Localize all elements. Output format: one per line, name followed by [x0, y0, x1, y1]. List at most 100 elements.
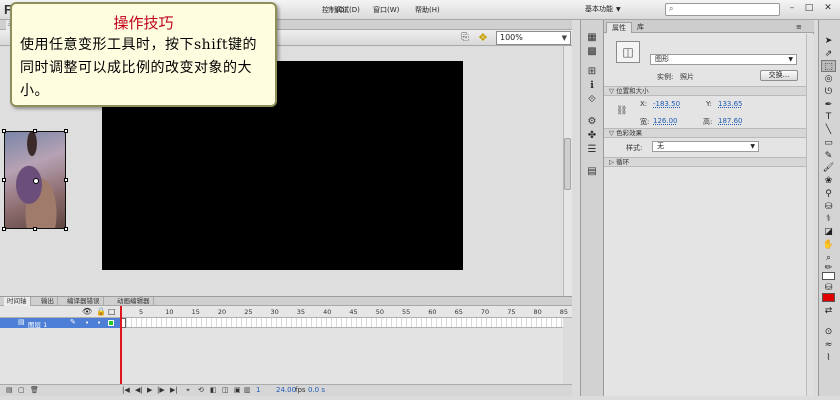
tab-compiler-errors[interactable]: 编译器错误 — [64, 297, 104, 306]
instance-label: 实例: — [657, 73, 674, 81]
next-frame-icon[interactable]: |▶ — [157, 386, 165, 394]
new-layer-icon[interactable]: ▤ — [6, 386, 13, 394]
tab-output[interactable]: 输出 — [38, 297, 58, 306]
menu-item-window[interactable]: 窗口(W) — [373, 5, 399, 15]
code-snippets-icon[interactable]: ▤ — [585, 166, 599, 178]
lasso-tool-icon[interactable]: ᘎ — [821, 86, 836, 98]
minimize-icon[interactable]: – — [786, 3, 798, 15]
help-search-input[interactable]: ⌕ — [665, 3, 780, 16]
transform-panel-icon[interactable]: ⟐ — [585, 94, 599, 106]
current-frame[interactable]: 1 — [256, 386, 260, 394]
selection-tool-icon[interactable]: ➤ — [821, 35, 836, 47]
tip-callout: 操作技巧 使用任意变形工具时，按下shift键的同时调整可以成比例的改变对象的大… — [10, 2, 277, 107]
eraser-tool-icon[interactable]: ◪ — [821, 226, 836, 238]
playhead[interactable] — [120, 306, 122, 392]
info-panel-icon[interactable]: ℹ — [585, 80, 599, 92]
edit-symbol-icon[interactable]: ❖ — [478, 31, 488, 44]
close-icon[interactable]: ✕ — [822, 3, 834, 15]
swap-button[interactable]: 交换... — [760, 70, 798, 81]
transform-handle[interactable] — [64, 178, 68, 182]
stroke-color-swatch[interactable] — [822, 272, 835, 280]
link-proportions-icon[interactable]: ⛓ — [616, 106, 627, 116]
color-panel-icon[interactable]: ▦ — [585, 32, 599, 44]
frame-cells[interactable] — [122, 318, 563, 328]
y-value[interactable]: 133.65 — [718, 100, 743, 108]
eye-icon[interactable]: 👁 — [82, 307, 92, 316]
pen-tool-icon[interactable]: ✒ — [821, 99, 836, 111]
play-icon[interactable]: ▶ — [147, 386, 152, 394]
transform-handle[interactable] — [33, 227, 37, 231]
transform-handle[interactable] — [64, 227, 68, 231]
visibility-dot[interactable]: • — [85, 319, 89, 327]
transform-handle[interactable] — [33, 129, 37, 133]
onion-skin-icon[interactable]: ◧ — [210, 386, 217, 394]
transform-handle[interactable] — [64, 129, 68, 133]
width-value[interactable]: 126.00 — [653, 117, 678, 125]
lock-icon[interactable]: 🔒 — [96, 307, 106, 316]
align-panel-icon[interactable]: ⊞ — [585, 66, 599, 78]
frame-rate[interactable]: 24.00 — [276, 386, 296, 394]
menu-item-debug[interactable]: 调试(D) — [335, 5, 360, 15]
zoom-select[interactable]: 100% ▼ — [496, 31, 571, 45]
onion-markers-icon[interactable]: ▥ — [244, 386, 251, 394]
symbol-type-select[interactable]: 图形 ▼ — [650, 54, 797, 65]
text-tool-icon[interactable]: T — [821, 111, 836, 123]
smooth-icon[interactable]: ≈ — [821, 339, 836, 351]
tab-library[interactable]: 库 — [632, 22, 649, 33]
maximize-icon[interactable]: □ — [803, 3, 815, 15]
stage-scrollbar-thumb[interactable] — [564, 138, 571, 190]
center-frame-icon[interactable]: ⌖ — [186, 386, 190, 395]
history-panel-icon[interactable]: ☰ — [585, 144, 599, 156]
lock-dot[interactable]: • — [97, 319, 101, 327]
section-loop[interactable]: ▷ 循环 — [604, 157, 814, 167]
subselection-tool-icon[interactable]: ⇗ — [821, 48, 836, 60]
line-tool-icon[interactable]: ╲ — [821, 124, 836, 136]
transform-handle[interactable] — [2, 129, 6, 133]
bone-tool-icon[interactable]: ⚲ — [821, 188, 836, 200]
layer-outline-color[interactable] — [108, 320, 114, 326]
elapsed-time: 0.0 s — [308, 386, 326, 394]
paint-bucket-tool-icon[interactable]: ⛁ — [821, 201, 836, 213]
tab-motion-editor[interactable]: 动画编辑器 — [114, 297, 154, 306]
menu-item-help[interactable]: 帮助(H) — [415, 5, 440, 15]
delete-layer-icon[interactable]: 🗑 — [30, 386, 39, 394]
onion-outline-icon[interactable]: ◫ — [222, 386, 229, 394]
transform-pivot-point[interactable] — [33, 178, 39, 184]
hand-tool-icon[interactable]: ✋ — [821, 239, 836, 251]
color-style-select[interactable]: 无 ▼ — [652, 141, 759, 152]
pencil-tool-icon[interactable]: ✎ — [821, 150, 836, 162]
straighten-icon[interactable]: ⌇ — [821, 352, 836, 364]
3d-rotation-tool-icon[interactable]: ◎ — [821, 73, 836, 85]
last-frame-icon[interactable]: ▶| — [170, 386, 178, 394]
tab-timeline[interactable]: 时间轴 — [4, 297, 31, 306]
x-value[interactable]: -183.50 — [653, 100, 680, 108]
swatches-panel-icon[interactable]: ▩ — [585, 46, 599, 58]
height-value[interactable]: 187.60 — [718, 117, 743, 125]
transform-handle[interactable] — [2, 178, 6, 182]
properties-scrollbar[interactable] — [806, 34, 814, 396]
prev-frame-icon[interactable]: ◀| — [135, 386, 143, 394]
eyedropper-tool-icon[interactable]: ⚕ — [821, 213, 836, 225]
workspace-switcher[interactable]: 基本功能 ▼ — [585, 4, 621, 14]
outline-icon[interactable]: □ — [108, 307, 116, 316]
deco-tool-icon[interactable]: ❀ — [821, 175, 836, 187]
snap-to-objects-icon[interactable]: ⊙ — [821, 326, 836, 338]
swap-colors-icon[interactable]: ⇄ — [821, 305, 836, 317]
section-position-size[interactable]: ▽ 位置和大小 — [604, 86, 814, 96]
new-folder-icon[interactable]: ▢ — [18, 386, 25, 394]
transform-handle[interactable] — [2, 227, 6, 231]
first-frame-icon[interactable]: |◀ — [122, 386, 130, 394]
motion-presets-icon[interactable]: ✤ — [585, 130, 599, 142]
edit-multiple-frames-icon[interactable]: ▣ — [234, 386, 241, 394]
panel-menu-icon[interactable]: ≡ — [796, 23, 802, 31]
loop-icon[interactable]: ⟲ — [198, 386, 204, 394]
brush-tool-icon[interactable]: 🖌 — [821, 162, 836, 174]
tab-properties[interactable]: 属性 — [606, 22, 632, 33]
edit-scene-icon[interactable]: ⎘ — [461, 32, 469, 43]
free-transform-tool-icon[interactable]: ⬚ — [821, 60, 836, 72]
rectangle-tool-icon[interactable]: ▭ — [821, 137, 836, 149]
section-color-effect[interactable]: ▽ 色彩效果 — [604, 128, 814, 138]
layer-icon: ▤ — [18, 318, 25, 326]
components-panel-icon[interactable]: ⚙ — [585, 116, 599, 128]
fill-color-swatch[interactable] — [822, 293, 835, 302]
